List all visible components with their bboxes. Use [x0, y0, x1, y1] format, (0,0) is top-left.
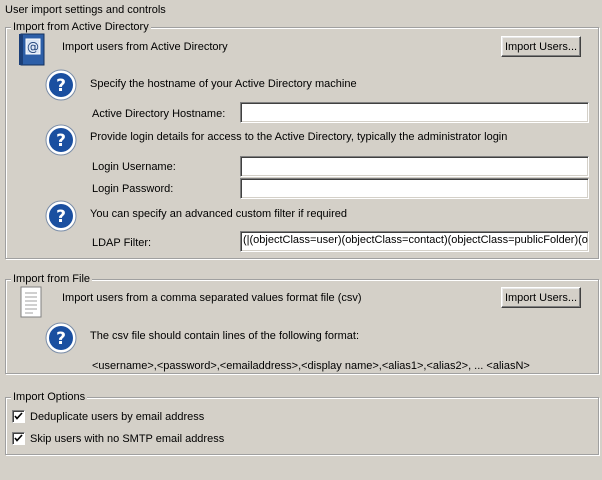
filter-help-text: You can specify an advanced custom filte…	[90, 208, 348, 220]
svg-text:?: ?	[56, 76, 66, 96]
login-help-text: Provide login details for access to the …	[90, 131, 508, 143]
username-label: Login Username:	[92, 161, 176, 173]
csv-format-help-text: The csv file should contain lines of the…	[90, 330, 360, 342]
password-label: Login Password:	[92, 183, 174, 195]
svg-text:?: ?	[56, 207, 66, 227]
hostname-input[interactable]	[240, 102, 589, 123]
import-options-group: Import Options	[5, 390, 599, 455]
document-icon	[20, 286, 42, 318]
ad-import-label: Import users from Active Directory	[62, 41, 228, 53]
password-input[interactable]	[240, 178, 589, 199]
svg-text:?: ?	[56, 131, 66, 151]
active-directory-legend: Import from Active Directory	[11, 20, 151, 34]
help-question-icon: ?	[45, 200, 77, 232]
csv-format-example: <username>,<password>,<emailaddress>,<di…	[92, 360, 530, 372]
page-heading: User import settings and controls	[5, 4, 166, 16]
file-import-label: Import users from a comma separated valu…	[62, 292, 362, 304]
username-input[interactable]	[240, 156, 589, 177]
ldap-filter-input[interactable]: (|(objectClass=user)(objectClass=contact…	[240, 231, 589, 252]
svg-text:@: @	[27, 40, 39, 54]
ldap-filter-label: LDAP Filter:	[92, 237, 152, 249]
hostname-help-text: Specify the hostname of your Active Dire…	[90, 78, 357, 90]
import-options-legend: Import Options	[11, 390, 88, 404]
ad-import-users-button[interactable]: Import Users...	[501, 36, 581, 57]
check-mark-icon	[14, 412, 23, 420]
svg-text:?: ?	[56, 329, 66, 349]
dedupe-checkbox[interactable]	[12, 410, 25, 423]
address-book-icon: @	[19, 33, 45, 66]
file-import-legend: Import from File	[11, 272, 93, 286]
help-question-icon: ?	[45, 322, 77, 354]
skip-no-smtp-label: Skip users with no SMTP email address	[30, 433, 225, 445]
check-mark-icon	[14, 434, 23, 442]
help-question-icon: ?	[45, 124, 77, 156]
hostname-label: Active Directory Hostname:	[92, 108, 226, 120]
skip-no-smtp-checkbox[interactable]	[12, 432, 25, 445]
dedupe-label: Deduplicate users by email address	[30, 411, 205, 423]
help-question-icon: ?	[45, 69, 77, 101]
file-import-users-button[interactable]: Import Users...	[501, 287, 581, 308]
active-directory-group: Import from Active Directory	[5, 20, 599, 259]
